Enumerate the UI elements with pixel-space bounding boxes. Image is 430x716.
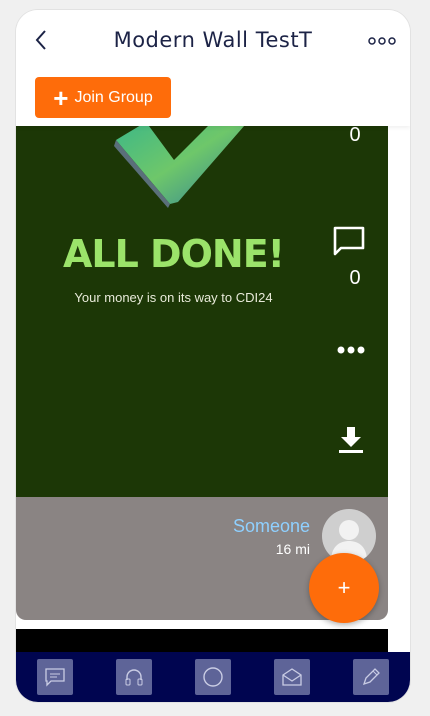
post-subtitle: Your money is on its way to CDI24	[74, 290, 273, 305]
tab-home[interactable]	[194, 659, 231, 695]
tab-support[interactable]	[116, 659, 153, 695]
post-options-icon[interactable]	[336, 345, 366, 355]
comment-count: 0	[349, 267, 361, 289]
join-group-button[interactable]: + Join Group	[35, 77, 171, 118]
bottom-tab-bar	[16, 652, 410, 702]
post-distance: 16 mi	[275, 541, 310, 557]
headset-icon	[125, 669, 143, 686]
checkmark-graphic	[114, 120, 250, 208]
chat-icon	[45, 668, 66, 687]
circle-icon	[203, 667, 223, 687]
mail-icon	[282, 668, 302, 686]
phone-frame: Modern Wall TestT + Join Group ALL DONE!	[16, 10, 410, 702]
tab-mail[interactable]	[273, 659, 310, 695]
post-card: ALL DONE! Your money is on its way to CD…	[16, 120, 388, 620]
page-title: Modern Wall TestT	[113, 28, 313, 52]
pen-icon	[362, 668, 380, 686]
join-group-label: Join Group	[74, 88, 153, 106]
add-post-button[interactable]: +	[309, 553, 379, 623]
post-headline: ALL DONE!	[62, 232, 285, 276]
more-icon[interactable]	[368, 36, 396, 46]
post-author[interactable]: Someone	[233, 516, 310, 537]
plus-icon: +	[53, 82, 69, 113]
back-icon[interactable]	[30, 28, 54, 52]
next-post-preview	[16, 629, 388, 653]
post-image[interactable]: ALL DONE! Your money is on its way to CD…	[16, 120, 388, 497]
tab-chat[interactable]	[37, 659, 74, 695]
like-count: 0	[349, 124, 361, 146]
comment-icon[interactable]	[332, 225, 366, 257]
tab-edit[interactable]	[352, 659, 389, 695]
header: Modern Wall TestT + Join Group	[16, 10, 410, 126]
download-icon[interactable]	[338, 425, 364, 455]
